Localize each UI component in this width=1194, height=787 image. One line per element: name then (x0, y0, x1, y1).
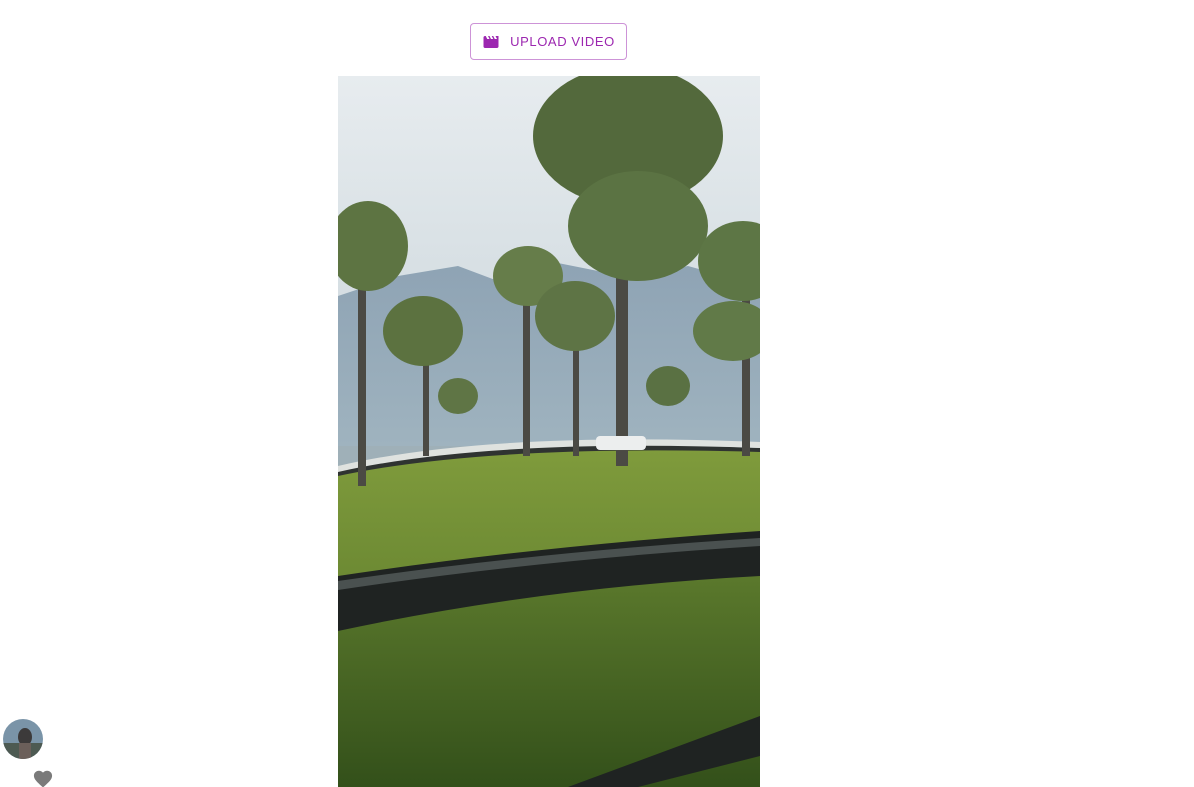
video-frame-image (338, 76, 760, 787)
upload-video-label: UPLOAD VIDEO (510, 34, 615, 49)
movie-clapper-icon (483, 35, 499, 48)
video-player[interactable] (338, 76, 760, 787)
user-avatar[interactable] (3, 719, 43, 759)
heart-icon (33, 770, 53, 787)
like-button[interactable] (32, 768, 54, 787)
video-feed-page: UPLOAD VIDEO (0, 0, 1194, 787)
upload-video-button[interactable]: UPLOAD VIDEO (470, 23, 627, 60)
user-avatar-icon (3, 719, 43, 759)
